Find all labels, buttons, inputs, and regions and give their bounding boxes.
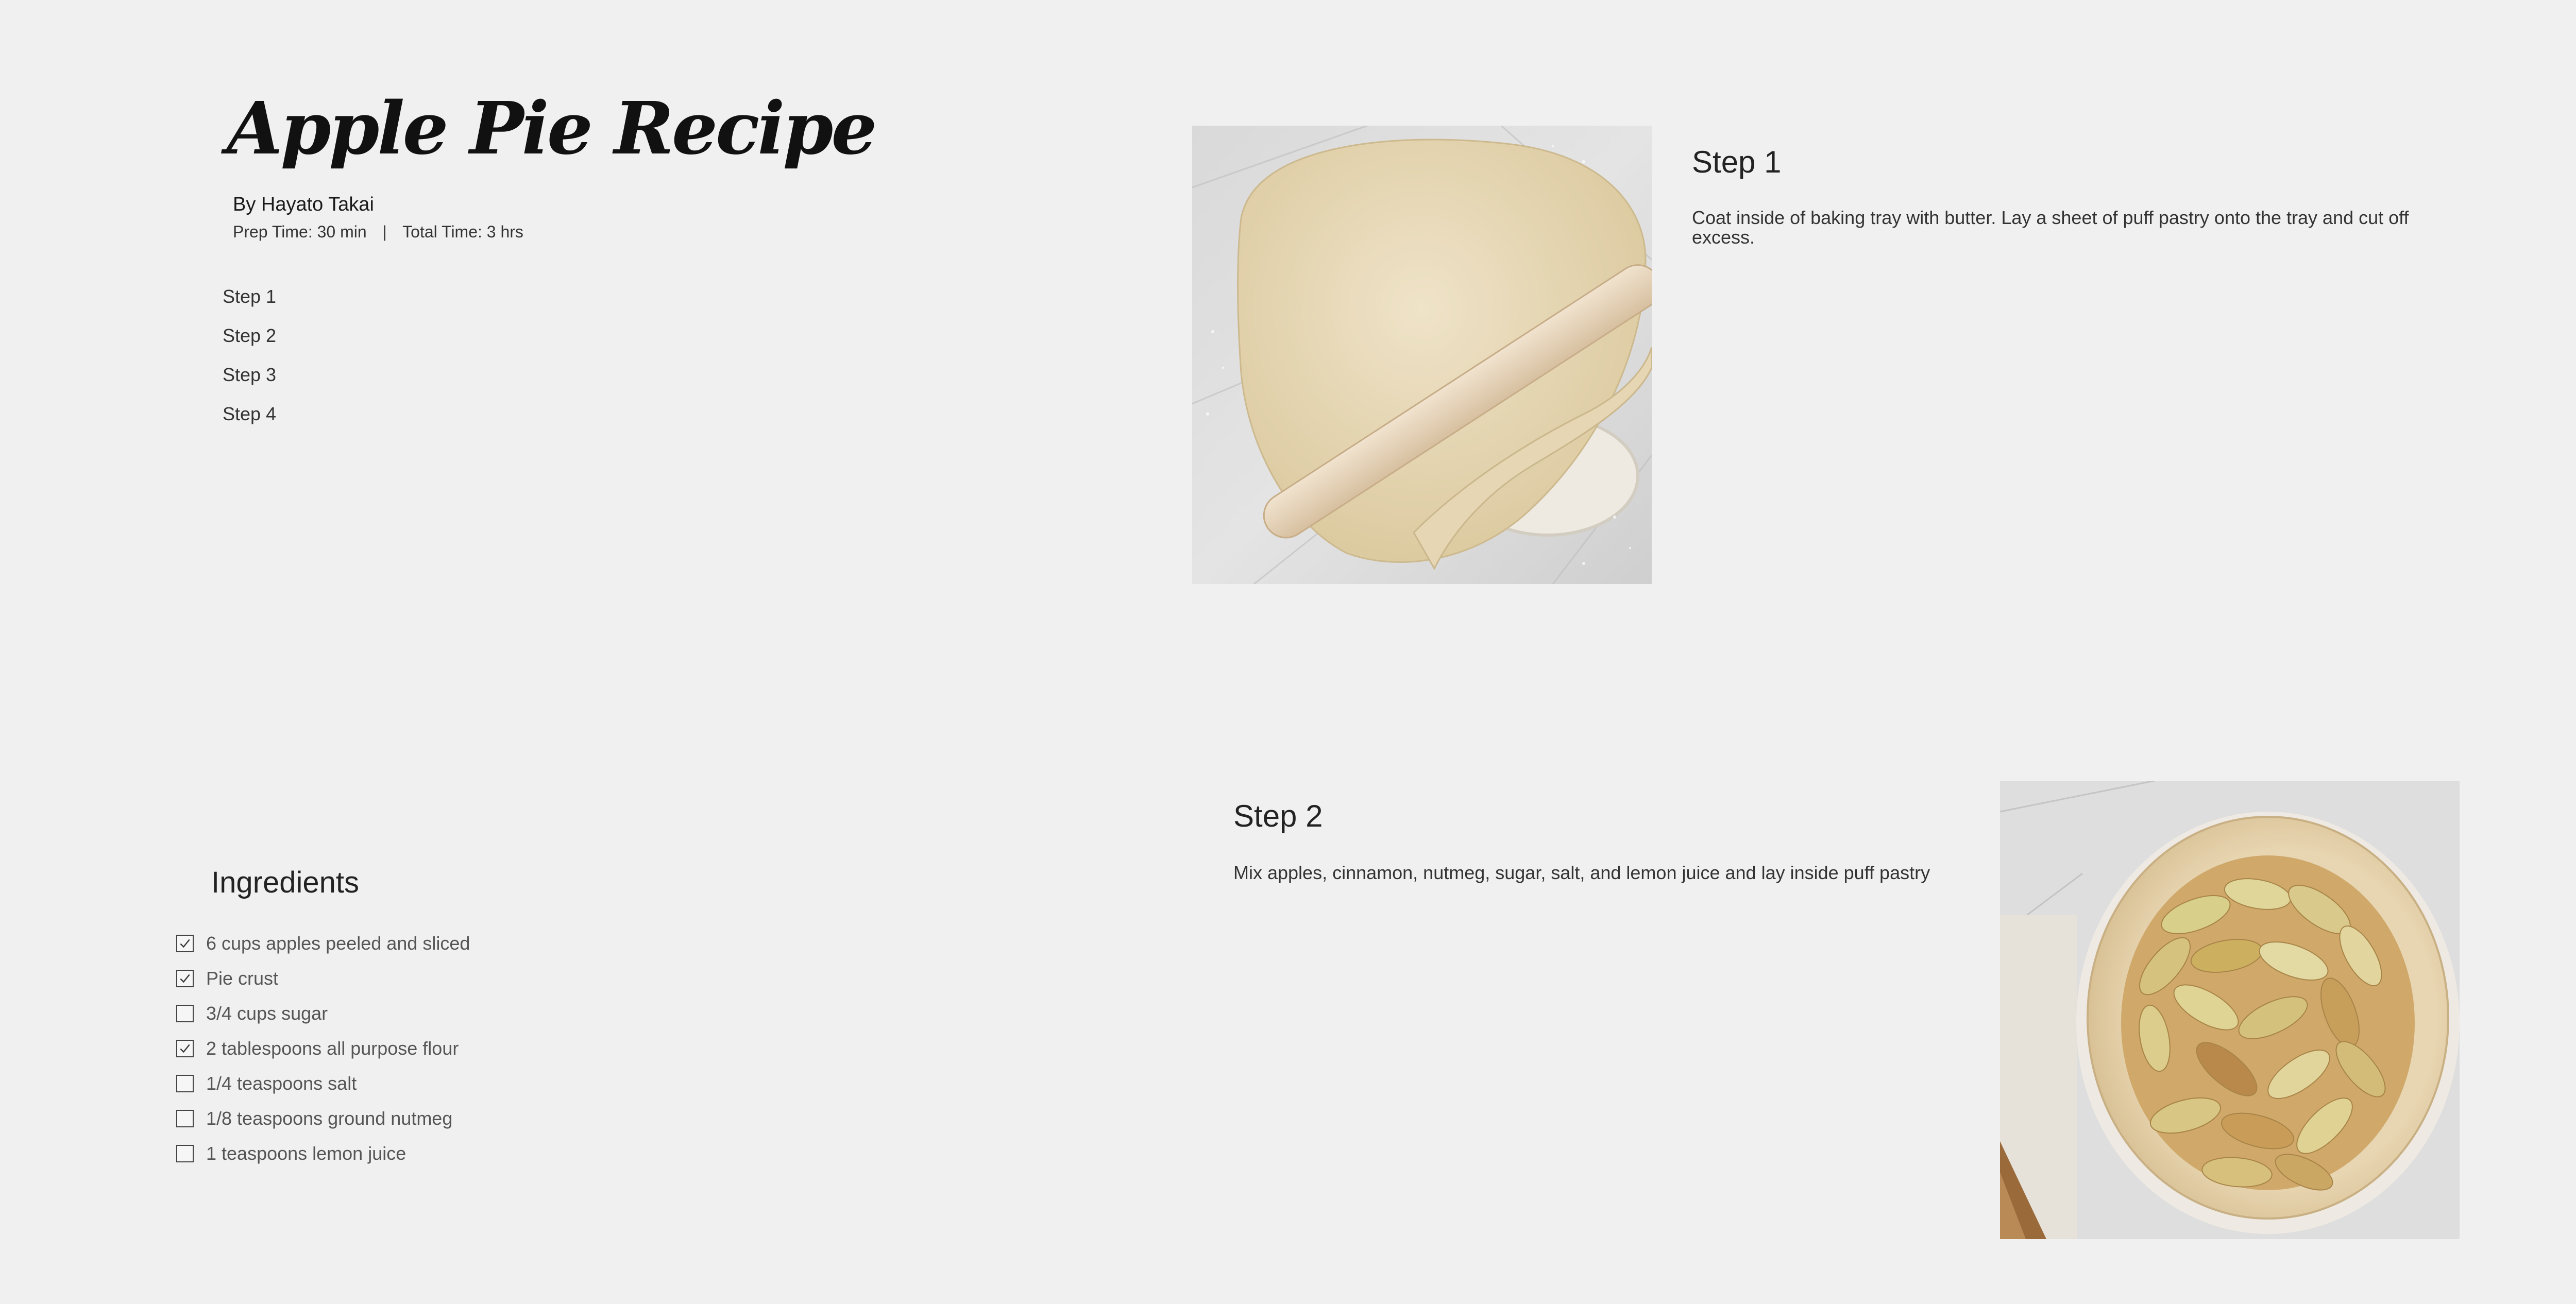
- ingredient-checkbox[interactable]: [176, 1110, 194, 1127]
- ingredient-label: 6 cups apples peeled and sliced: [206, 933, 470, 954]
- checkmark-icon: [180, 939, 190, 948]
- step-1-heading: Step 1: [1692, 145, 1782, 179]
- ingredient-checkbox[interactable]: [176, 1040, 194, 1057]
- ingredient-item[interactable]: 1/4 teaspoons salt: [176, 1066, 470, 1101]
- ingredient-item[interactable]: 1 teaspoons lemon juice: [176, 1136, 470, 1171]
- prep-time: Prep Time: 30 min: [233, 222, 367, 241]
- ingredient-checkbox[interactable]: [176, 1145, 194, 1162]
- ingredients-title: Ingredients: [211, 866, 359, 899]
- checkmark-icon: [180, 974, 190, 983]
- step-nav-item-4[interactable]: Step 4: [223, 402, 276, 441]
- step-2-image: [2000, 781, 2460, 1239]
- ingredient-checkbox[interactable]: [176, 935, 194, 952]
- ingredient-checkbox[interactable]: [176, 1075, 194, 1092]
- step-1-image: [1192, 126, 1652, 584]
- step-nav: Step 1 Step 2 Step 3 Step 4: [223, 284, 276, 441]
- step-nav-item-1[interactable]: Step 1: [223, 284, 276, 323]
- step-nav-item-3[interactable]: Step 3: [223, 363, 276, 402]
- checkmark-icon: [180, 1044, 190, 1053]
- recipe-page: Apple Pie Recipe By Hayato Takai Prep Ti…: [0, 0, 2576, 1304]
- ingredient-checkbox[interactable]: [176, 1005, 194, 1022]
- ingredient-item[interactable]: 3/4 cups sugar: [176, 996, 470, 1031]
- ingredient-label: Pie crust: [206, 968, 279, 989]
- ingredient-item[interactable]: 2 tablespoons all purpose flour: [176, 1031, 470, 1066]
- step-1-text: Coat inside of baking tray with butter. …: [1692, 207, 2409, 248]
- ingredient-label: 1 teaspoons lemon juice: [206, 1143, 406, 1164]
- ingredient-checkbox[interactable]: [176, 970, 194, 987]
- step-2-heading: Step 2: [1233, 799, 1323, 833]
- ingredient-item[interactable]: Pie crust: [176, 961, 470, 996]
- ingredient-item[interactable]: 1/8 teaspoons ground nutmeg: [176, 1101, 470, 1136]
- total-time: Total Time: 3 hrs: [402, 222, 523, 241]
- step-2-text: Mix apples, cinnamon, nutmeg, sugar, sal…: [1233, 862, 1930, 883]
- ingredient-item[interactable]: 6 cups apples peeled and sliced: [176, 926, 470, 961]
- step-nav-item-2[interactable]: Step 2: [223, 323, 276, 363]
- ingredient-label: 1/4 teaspoons salt: [206, 1073, 357, 1094]
- ingredient-label: 1/8 teaspoons ground nutmeg: [206, 1108, 453, 1129]
- recipe-author: By Hayato Takai: [233, 194, 374, 215]
- recipe-meta: Prep Time: 30 min | Total Time: 3 hrs: [233, 222, 523, 242]
- rolled-pie-dough-photo: [1192, 126, 1652, 584]
- ingredient-label: 3/4 cups sugar: [206, 1003, 328, 1024]
- ingredients-list: 6 cups apples peeled and sliced Pie crus…: [176, 926, 470, 1171]
- ingredient-label: 2 tablespoons all purpose flour: [206, 1038, 459, 1059]
- recipe-title: Apple Pie Recipe: [227, 87, 877, 171]
- meta-separator: |: [382, 222, 387, 241]
- apple-filled-pie-photo: [2000, 781, 2460, 1239]
